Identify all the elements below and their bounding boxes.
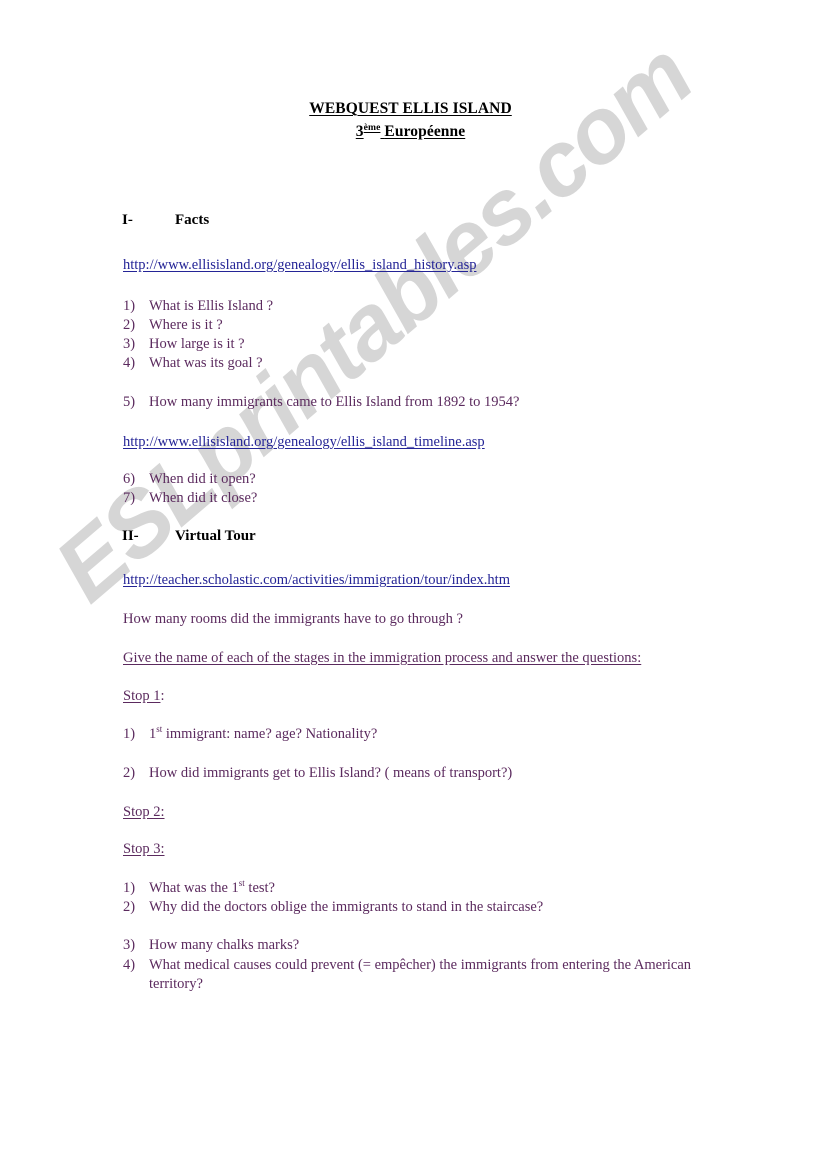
question-text: Where is it ? bbox=[149, 317, 223, 333]
link-virtual-tour[interactable]: http://teacher.scholastic.com/activities… bbox=[123, 572, 510, 589]
question-marker: 2) bbox=[123, 765, 136, 781]
question-item: 1) What was the 1st test? bbox=[123, 879, 275, 897]
question-item: 2) Why did the doctors oblige the immigra… bbox=[123, 899, 543, 916]
document-subtitle: 3ème Européenne bbox=[0, 123, 821, 141]
question-text: How did immigrants get to Ellis Island? … bbox=[149, 765, 513, 781]
question-marker: 4) bbox=[123, 957, 136, 973]
question-marker: 6) bbox=[123, 471, 136, 487]
link-ellis-island-timeline[interactable]: http://www.ellisisland.org/genealogy/ell… bbox=[123, 434, 485, 451]
question-text-rest: test? bbox=[244, 880, 275, 896]
virtual-tour-instruction: Give the name of each of the stages in t… bbox=[123, 650, 642, 666]
question-text: When did it open? bbox=[149, 471, 256, 487]
question-text: What is Ellis Island ? bbox=[149, 298, 274, 314]
virtual-tour-rooms-question: How many rooms did the immigrants have t… bbox=[123, 611, 463, 627]
question-marker: 2) bbox=[123, 899, 136, 915]
question-item: 4) What medical causes could prevent (= e… bbox=[123, 956, 723, 994]
stop-1-colon: : bbox=[160, 688, 165, 704]
question-item: 4) What was its goal ? bbox=[123, 355, 263, 372]
stop-3-label: Stop 3: bbox=[123, 841, 165, 857]
stop-1-label: Stop 1: bbox=[123, 688, 165, 705]
question-text: Why did the doctors oblige the immigrant… bbox=[149, 899, 544, 915]
question-text: When did it close? bbox=[149, 490, 258, 506]
document-subtitle-label: Européenne bbox=[384, 123, 466, 140]
question-marker: 1) bbox=[123, 726, 136, 742]
section-heading-facts: I- Facts bbox=[122, 212, 209, 229]
document-subtitle-grade: 3 bbox=[355, 123, 364, 140]
question-item: 3) How many chalks marks? bbox=[123, 937, 299, 954]
document-page: ESLprintables.com WEBQUEST ELLIS ISLAND … bbox=[0, 0, 821, 1169]
question-text: How large is it ? bbox=[149, 336, 245, 352]
document-title-line1: WEBQUEST ELLIS ISLAND bbox=[0, 100, 821, 118]
question-item: 2) How did immigrants get to Ellis Island… bbox=[123, 765, 512, 782]
question-item: 3) How large is it ? bbox=[123, 336, 245, 353]
stop-1-text: Stop 1 bbox=[123, 688, 161, 704]
question-text: What medical causes could prevent (= emp… bbox=[149, 957, 692, 992]
question-text: What was its goal ? bbox=[149, 355, 263, 371]
question-marker: 1) bbox=[123, 880, 136, 896]
question-item: 7) When did it close? bbox=[123, 490, 257, 507]
question-item: 2) Where is it ? bbox=[123, 317, 223, 334]
question-item: 1) What is Ellis Island ? bbox=[123, 298, 273, 315]
question-text: How many immigrants came to Ellis Island… bbox=[149, 394, 520, 410]
section-number-2: II- bbox=[122, 528, 139, 544]
section-heading-virtual-tour: II- Virtual Tour bbox=[122, 528, 256, 545]
document-content: WEBQUEST ELLIS ISLAND 3ème Européenne I-… bbox=[0, 0, 821, 1169]
question-item: 6) When did it open? bbox=[123, 471, 256, 488]
section-title-1: Facts bbox=[175, 212, 210, 228]
question-text: How many chalks marks? bbox=[149, 937, 300, 953]
section-title-2: Virtual Tour bbox=[175, 528, 256, 544]
question-text: immigrant: name? age? Nationality? bbox=[162, 726, 378, 742]
section-number-1: I- bbox=[122, 212, 133, 228]
question-marker: 3) bbox=[123, 937, 136, 953]
link-ellis-island-history[interactable]: http://www.ellisisland.org/genealogy/ell… bbox=[123, 257, 476, 274]
document-title-text: WEBQUEST ELLIS ISLAND bbox=[309, 100, 512, 117]
question-marker: 7) bbox=[123, 490, 136, 506]
question-item: 5) How many immigrants came to Ellis Isla… bbox=[123, 394, 520, 411]
question-text-prefix: What was the 1 bbox=[149, 880, 239, 896]
question-marker: 2) bbox=[123, 317, 136, 333]
question-marker: 1) bbox=[123, 298, 136, 314]
question-item: 1) 1st immigrant: name? age? Nationality? bbox=[123, 725, 378, 743]
question-marker: 5) bbox=[123, 394, 136, 410]
document-subtitle-ordinal-suffix: ème bbox=[363, 121, 381, 133]
question-marker: 3) bbox=[123, 336, 136, 352]
stop-2-label: Stop 2: bbox=[123, 804, 165, 820]
question-marker: 4) bbox=[123, 355, 136, 371]
